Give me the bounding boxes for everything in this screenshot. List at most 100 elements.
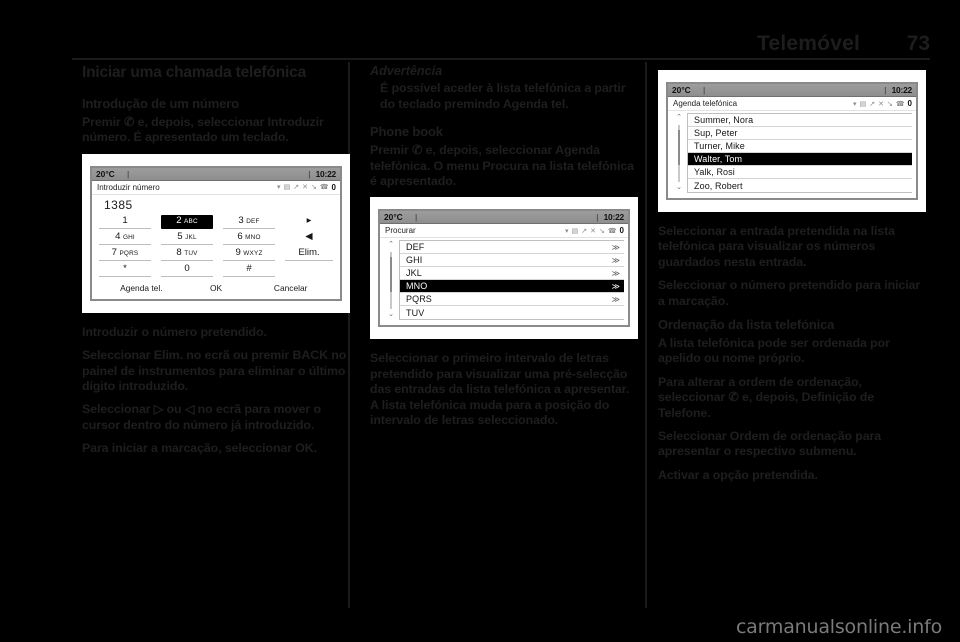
keypad-key[interactable]: 2 ABC [161, 214, 213, 229]
keypad-action-button[interactable]: OK [179, 283, 254, 293]
phone-icon: ☎ [895, 100, 905, 108]
chevron-right-icon: ≫ [611, 294, 620, 304]
scrollbar-track[interactable] [678, 125, 680, 182]
column-divider-2 [645, 62, 647, 608]
note-heading: Advertência [370, 64, 443, 78]
list-item-label: MNO [406, 281, 428, 292]
search-list: DEF ≫ GHI ≫ JKL ≫ MNO ≫ PQRS ≫ TUV [399, 240, 624, 321]
keypad-key-digit: Elim. [298, 246, 320, 258]
scrollbar-thumb[interactable] [390, 256, 392, 293]
list-item[interactable]: TUV [400, 306, 624, 319]
intro-paragraph-phonebook: Premir ✆ e, depois, seleccionar Agenda t… [370, 143, 634, 189]
column-two-paragraphs: Seleccionar o primeiro intervalo de letr… [370, 351, 638, 428]
keypad-key-letters: PQRS [119, 249, 139, 257]
keypad-key-digit: 8 [176, 246, 182, 258]
keypad-key-digit: 1 [122, 214, 128, 226]
body-paragraph: Para iniciar a marcação, seleccionar OK. [82, 441, 317, 456]
scrollbar-track[interactable] [390, 252, 392, 310]
keypad-key[interactable]: 7 PQRS [99, 247, 151, 261]
list-item-label: Walter, Tom [694, 154, 743, 164]
list-item[interactable]: Yalk, Rosi [688, 166, 912, 179]
body-paragraph: Para alterar a ordem de ordenação, selec… [658, 374, 875, 420]
screen-title-bar: Procurar ▾ ▤ ↗ ✕ ↘ ☎ 0 [380, 224, 628, 239]
envelope-icon: ▤ [283, 184, 291, 192]
list-item-label: TUV [406, 307, 425, 318]
keypad-key[interactable]: ▸ [285, 215, 333, 229]
keypad-key[interactable]: 4 GHI [99, 231, 151, 245]
list-item[interactable]: Walter, Tom [688, 153, 912, 166]
keypad-key[interactable]: 5 JKL [161, 231, 213, 245]
keypad-key[interactable]: 9 WXYZ [223, 247, 275, 261]
list-item[interactable]: Turner, Mike [688, 140, 912, 153]
keypad-action-button[interactable]: Cancelar [253, 283, 328, 293]
mute-icon: ↗ [293, 184, 300, 192]
list-item[interactable]: GHI ≫ [400, 254, 624, 268]
keypad-key-digit: 3 [238, 214, 244, 226]
status-bar: 20°C | | 10:22 [668, 84, 916, 97]
manual-page: Telemóvel 73 Iniciar uma chamada telefón… [0, 0, 960, 642]
keypad-action-row: Agenda tel. OK Cancelar [98, 283, 334, 295]
section-heading: Iniciar uma chamada telefónica [82, 64, 307, 81]
scroll-down-icon[interactable]: ⌄ [676, 184, 682, 193]
status-bar: 20°C | | 10:22 [92, 167, 340, 181]
number-entry-field[interactable]: 1385 [98, 197, 334, 215]
keypad-key[interactable]: 3 DEF [223, 215, 275, 229]
search-screenshot-frame: 20°C | | 10:22 Procurar ▾ ▤ ↗ ✕ ↘ ☎ 0 ⌃ … [370, 197, 638, 340]
keypad-key[interactable]: 8 TUV [161, 247, 213, 261]
screen-title: Agenda telefónica [673, 99, 738, 108]
screen-title: Procurar [385, 226, 416, 236]
keypad-key-letters: ABC [184, 217, 198, 225]
status-icon-group: ▾ ▤ ↗ ✕ ↘ ☎ 0 [277, 183, 336, 192]
keypad-key[interactable]: * [99, 263, 151, 277]
keypad-action-button[interactable]: Agenda tel. [104, 283, 179, 293]
list-item-label: Sup, Peter [694, 128, 738, 138]
keypad-key-letters: JKL [185, 233, 197, 241]
temperature-label: 20°C [96, 168, 115, 179]
keypad-grid: 1 2 ABC 3 DEF ▸ 4 GHI 5 JKL 6 MNO ◀ 7 PQRS 8 TUV 9 WXYZ Eli… [98, 214, 334, 277]
keypad-body: 1385 1 2 ABC 3 DEF ▸ 4 GHI 5 JKL 6 MNO ◀ 7 PQRS 8 TUV 9 WX… [92, 195, 340, 299]
keypad-key[interactable]: 0 [161, 263, 213, 277]
list-item[interactable]: Sup, Peter [688, 127, 912, 140]
chevron-right-icon: ≫ [611, 268, 620, 278]
list-item-label: DEF [406, 242, 425, 253]
scroll-up-icon[interactable]: ⌃ [388, 241, 394, 250]
list-item[interactable]: DEF ≫ [400, 241, 624, 255]
screen-title-bar: Introduzir número ▾ ▤ ↗ ✕ ↘ ☎ 0 [92, 180, 340, 195]
phonebook-list-body: ⌃ ⌄ Summer, Nora Sup, Peter Turner, Mike Wa… [668, 111, 916, 198]
status-separator: | [415, 212, 418, 223]
column-three-paragraphs-bottom: A lista telefónica pode ser ordenada por… [658, 336, 926, 483]
scrollbar-thumb[interactable] [678, 129, 680, 165]
keypad-key-letters: TUV [184, 249, 198, 257]
scrollbar[interactable]: ⌃ ⌄ [671, 113, 687, 193]
list-item[interactable]: Summer, Nora [688, 114, 912, 127]
keypad-key[interactable]: # [223, 263, 275, 277]
scroll-up-icon[interactable]: ⌃ [676, 114, 682, 123]
keypad-key[interactable]: 6 MNO [223, 231, 275, 245]
scroll-down-icon[interactable]: ⌄ [388, 311, 394, 320]
column-two: Advertência É possível aceder à lista te… [370, 64, 638, 436]
keypad-key [285, 263, 333, 277]
keypad-key[interactable]: Elim. [285, 247, 333, 261]
wifi-icon: ▾ [277, 184, 281, 192]
body-paragraph: Seleccionar o número pretendido para ini… [658, 278, 921, 308]
screen-title: Introduzir número [97, 182, 160, 192]
list-item[interactable]: JKL ≫ [400, 267, 624, 281]
speaker-off-icon: ↘ [886, 100, 893, 108]
keypad-key-digit: 9 [235, 246, 241, 258]
keypad-key-letters: DEF [246, 217, 260, 225]
body-paragraph: Seleccionar o primeiro intervalo de letr… [370, 351, 630, 428]
infotainment-screen-phonebook: 20°C | | 10:22 Agenda telefónica ▾ ▤ ↗ ✕… [666, 82, 918, 200]
keypad-key[interactable]: 1 [99, 215, 151, 229]
scrollbar[interactable]: ⌃ ⌄ [383, 240, 399, 320]
list-item[interactable]: Zoo, Robert [688, 179, 912, 192]
list-item-label: Yalk, Rosi [694, 167, 735, 177]
list-item[interactable]: PQRS ≫ [400, 293, 624, 307]
envelope-icon: ▤ [571, 227, 579, 235]
keypad-key-letters: WXYZ [243, 249, 263, 257]
list-item[interactable]: MNO ≫ [400, 280, 624, 294]
status-separator-right: | [308, 168, 311, 179]
keypad-key[interactable]: ◀ [285, 231, 333, 245]
list-item-label: Zoo, Robert [694, 180, 743, 191]
keypad-key-digit: * [123, 262, 127, 274]
keypad-key-digit: 2 [176, 214, 182, 226]
